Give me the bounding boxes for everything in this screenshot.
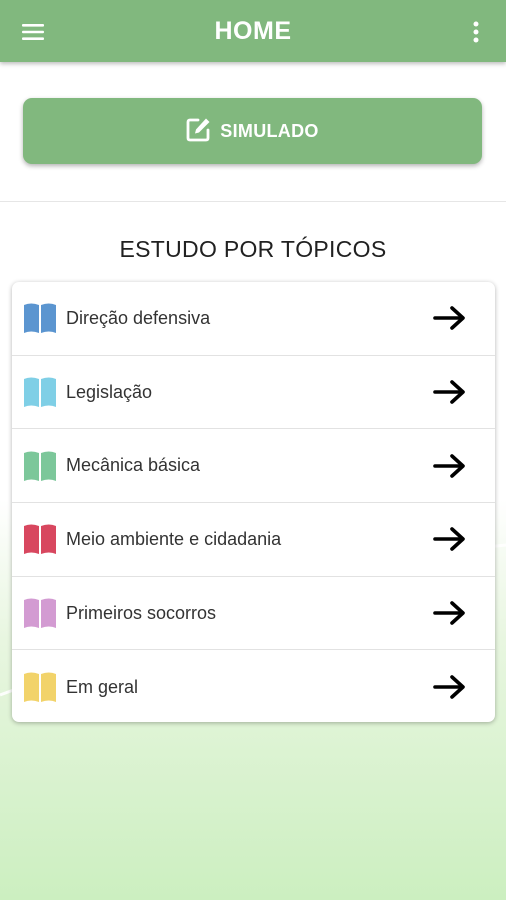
topic-label: Direção defensiva xyxy=(66,307,211,328)
arrow-right-icon[interactable] xyxy=(433,303,467,333)
topic-item[interactable]: Em geral xyxy=(12,650,495,722)
edit-icon xyxy=(186,116,212,147)
book-icon xyxy=(22,596,58,630)
simulado-button-label: SIMULADO xyxy=(220,120,319,141)
book-icon xyxy=(22,449,58,483)
book-icon xyxy=(22,375,58,409)
simulado-section: SIMULADO xyxy=(0,62,506,202)
book-icon xyxy=(22,522,58,556)
topic-label: Mecânica básica xyxy=(66,455,201,476)
topic-label: Legislação xyxy=(66,381,153,402)
arrow-right-icon[interactable] xyxy=(433,451,467,481)
topic-item[interactable]: Meio ambiente e cidadania xyxy=(12,503,495,577)
topic-label: Em geral xyxy=(66,676,139,697)
arrow-right-icon[interactable] xyxy=(433,672,467,702)
page-title: HOME xyxy=(214,16,292,45)
arrow-right-icon[interactable] xyxy=(433,524,467,554)
more-vertical-icon[interactable] xyxy=(466,16,486,48)
book-icon xyxy=(22,670,58,704)
topic-label: Primeiros socorros xyxy=(66,602,217,623)
topic-item[interactable]: Primeiros socorros xyxy=(12,577,495,651)
simulado-button[interactable]: SIMULADO xyxy=(23,98,482,164)
section-title: ESTUDO POR TÓPICOS xyxy=(119,236,387,262)
book-icon xyxy=(22,301,58,335)
topic-item[interactable]: Legislação xyxy=(12,356,495,430)
topic-item[interactable]: Direção defensiva xyxy=(12,282,495,356)
hamburger-menu-icon[interactable] xyxy=(18,18,50,46)
topic-list: Direção defensiva Legislação Mecânica bási… xyxy=(12,282,495,722)
arrow-right-icon[interactable] xyxy=(433,598,467,628)
topic-item[interactable]: Mecânica básica xyxy=(12,429,495,504)
app-bar: HOME xyxy=(0,0,506,62)
topic-label: Meio ambiente e cidadania xyxy=(66,528,282,549)
arrow-right-icon[interactable] xyxy=(433,377,467,407)
